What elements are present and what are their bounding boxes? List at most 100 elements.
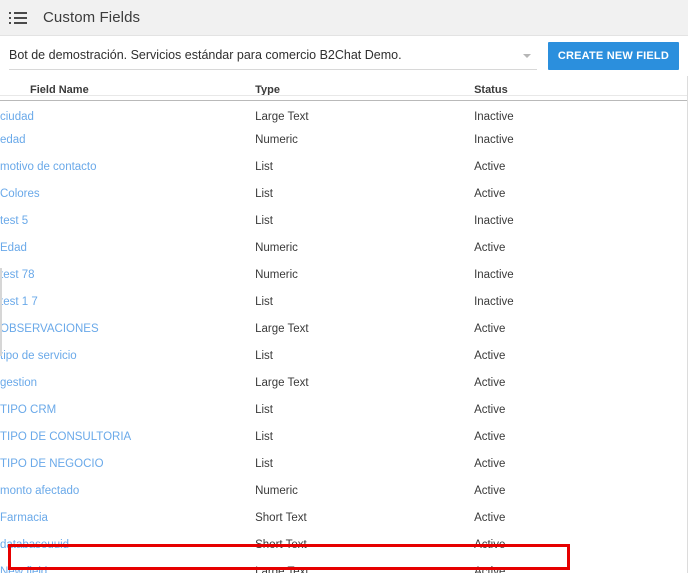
cell-type: Numeric xyxy=(255,241,298,254)
field-name-link[interactable]: tipo de servicio xyxy=(0,350,77,362)
cell-status[interactable]: Active xyxy=(474,477,687,504)
cell-type: List xyxy=(255,403,274,416)
field-name-link[interactable]: TIPO CRM xyxy=(0,404,56,416)
table-row: TIPO DE CONSULTORIA List Active xyxy=(0,423,687,450)
field-name-link[interactable]: Farmacia xyxy=(0,512,48,524)
cell-status[interactable]: Inactive xyxy=(474,261,687,288)
table-row: edad Numeric Inactive xyxy=(0,126,687,153)
field-name-link[interactable]: Edad xyxy=(0,242,27,254)
table-row: Colores List Active xyxy=(0,180,687,207)
cell-type: List xyxy=(255,457,274,470)
cell-status[interactable]: Active xyxy=(474,153,687,180)
cell-type: Numeric xyxy=(255,133,298,146)
cell-field-name: test 1 7 xyxy=(0,288,255,315)
list-menu-icon[interactable] xyxy=(9,8,29,28)
cell-status[interactable]: Active xyxy=(474,423,687,450)
table-row: test 78 Numeric Inactive xyxy=(0,261,687,288)
table-row: monto afectado Numeric Active xyxy=(0,477,687,504)
field-name-link[interactable]: test 5 xyxy=(0,215,28,227)
cell-field-name: edad xyxy=(0,126,255,153)
fields-table-container: Field Name Type Status ciudad Large Text I… xyxy=(0,76,688,573)
table-row: databaseuuid Short Text Active xyxy=(0,531,687,558)
cell-field-name: ciudad xyxy=(0,101,255,127)
cell-status[interactable]: Active xyxy=(474,342,687,369)
field-name-link[interactable]: databaseuuid xyxy=(0,539,69,551)
table-body: ciudad Large Text Inactive edad Numeric Inact… xyxy=(0,101,687,573)
cell-status[interactable]: Active xyxy=(474,234,687,261)
field-name-link[interactable]: ciudad xyxy=(0,111,34,123)
cell-type: Large Text xyxy=(255,376,309,389)
cell-type: List xyxy=(255,349,274,362)
table-header: Field Name Type Status xyxy=(0,76,687,101)
column-header-type[interactable]: Type xyxy=(255,76,475,101)
page-title: Custom Fields xyxy=(43,9,141,26)
cell-field-name: motivo de contacto xyxy=(0,153,255,180)
field-name-link[interactable]: New field xyxy=(0,566,47,573)
cell-field-name: monto afectado xyxy=(0,477,255,504)
cell-type: List xyxy=(255,187,274,200)
cell-field-name: Farmacia xyxy=(0,504,255,531)
cell-status[interactable]: Active xyxy=(474,369,687,396)
table-row: Farmacia Short Text Active xyxy=(0,504,687,531)
table-row: test 1 7 List Inactive xyxy=(0,288,687,315)
cell-status[interactable]: Active xyxy=(474,531,687,558)
column-header-status[interactable]: Status xyxy=(474,76,687,101)
cell-field-name: tipo de servicio xyxy=(0,342,255,369)
fields-table: Field Name Type Status ciudad Large Text I… xyxy=(0,76,687,573)
bot-select-value: Bot de demostración. Servicios estándar … xyxy=(9,47,402,62)
cell-status[interactable]: Active xyxy=(474,450,687,477)
cell-field-name: test 5 xyxy=(0,207,255,234)
cell-status[interactable]: Inactive xyxy=(474,288,687,315)
cell-field-name: OBSERVACIONES xyxy=(0,315,255,342)
table-row: Edad Numeric Active xyxy=(0,234,687,261)
cell-type: Short Text xyxy=(255,511,307,524)
cell-status[interactable]: Active xyxy=(474,396,687,423)
field-name-link[interactable]: test 1 7 xyxy=(0,296,38,308)
custom-fields-page: Custom Fields Bot de demostración. Servi… xyxy=(0,0,688,573)
field-name-link[interactable]: TIPO DE NEGOCIO xyxy=(0,458,104,470)
field-name-link[interactable]: Colores xyxy=(0,188,40,200)
header-divider xyxy=(0,95,687,96)
cell-type: List xyxy=(255,295,274,308)
cell-field-name: databaseuuid xyxy=(0,531,255,558)
table-row: OBSERVACIONES Large Text Active xyxy=(0,315,687,342)
field-name-link[interactable]: monto afectado xyxy=(0,485,79,497)
field-name-link[interactable]: edad xyxy=(0,134,26,146)
cell-status[interactable]: Inactive xyxy=(474,101,687,127)
cell-field-name: test 78 xyxy=(0,261,255,288)
table-row: TIPO CRM List Active xyxy=(0,396,687,423)
table-row: New field Large Text Active xyxy=(0,558,687,573)
cell-type: List xyxy=(255,430,274,443)
field-name-link[interactable]: motivo de contacto xyxy=(0,161,97,173)
cell-field-name: Colores xyxy=(0,180,255,207)
cell-type: Numeric xyxy=(255,268,298,281)
cell-type: Short Text xyxy=(255,538,307,551)
cell-status[interactable]: Active xyxy=(474,315,687,342)
field-name-link[interactable]: test 78 xyxy=(0,269,35,281)
cell-field-name: gestion xyxy=(0,369,255,396)
table-row: test 5 List Inactive xyxy=(0,207,687,234)
field-name-link[interactable]: TIPO DE CONSULTORIA xyxy=(0,431,131,443)
bot-select[interactable]: Bot de demostración. Servicios estándar … xyxy=(9,43,537,70)
cell-type: Large Text xyxy=(255,565,309,573)
table-row: gestion Large Text Active xyxy=(0,369,687,396)
cell-status[interactable]: Active xyxy=(474,180,687,207)
scroll-indicator-left[interactable] xyxy=(0,268,2,356)
field-name-link[interactable]: gestion xyxy=(0,377,37,389)
cell-status[interactable]: Active xyxy=(474,504,687,531)
cell-field-name: New field xyxy=(0,558,255,573)
table-header-row: Field Name Type Status xyxy=(0,76,687,101)
cell-status[interactable]: Active xyxy=(474,558,687,573)
field-name-link[interactable]: OBSERVACIONES xyxy=(0,323,99,335)
cell-status[interactable]: Inactive xyxy=(474,126,687,153)
cell-field-name: TIPO CRM xyxy=(0,396,255,423)
cell-field-name: Edad xyxy=(0,234,255,261)
table-row: TIPO DE NEGOCIO List Active xyxy=(0,450,687,477)
column-header-field-name[interactable]: Field Name xyxy=(0,76,256,101)
cell-type: Numeric xyxy=(255,484,298,497)
cell-status[interactable]: Inactive xyxy=(474,207,687,234)
create-new-field-button[interactable]: CREATE NEW FIELD xyxy=(547,42,679,70)
cell-field-name: TIPO DE CONSULTORIA xyxy=(0,423,255,450)
chevron-down-icon xyxy=(522,53,531,58)
cell-type: List xyxy=(255,214,274,227)
